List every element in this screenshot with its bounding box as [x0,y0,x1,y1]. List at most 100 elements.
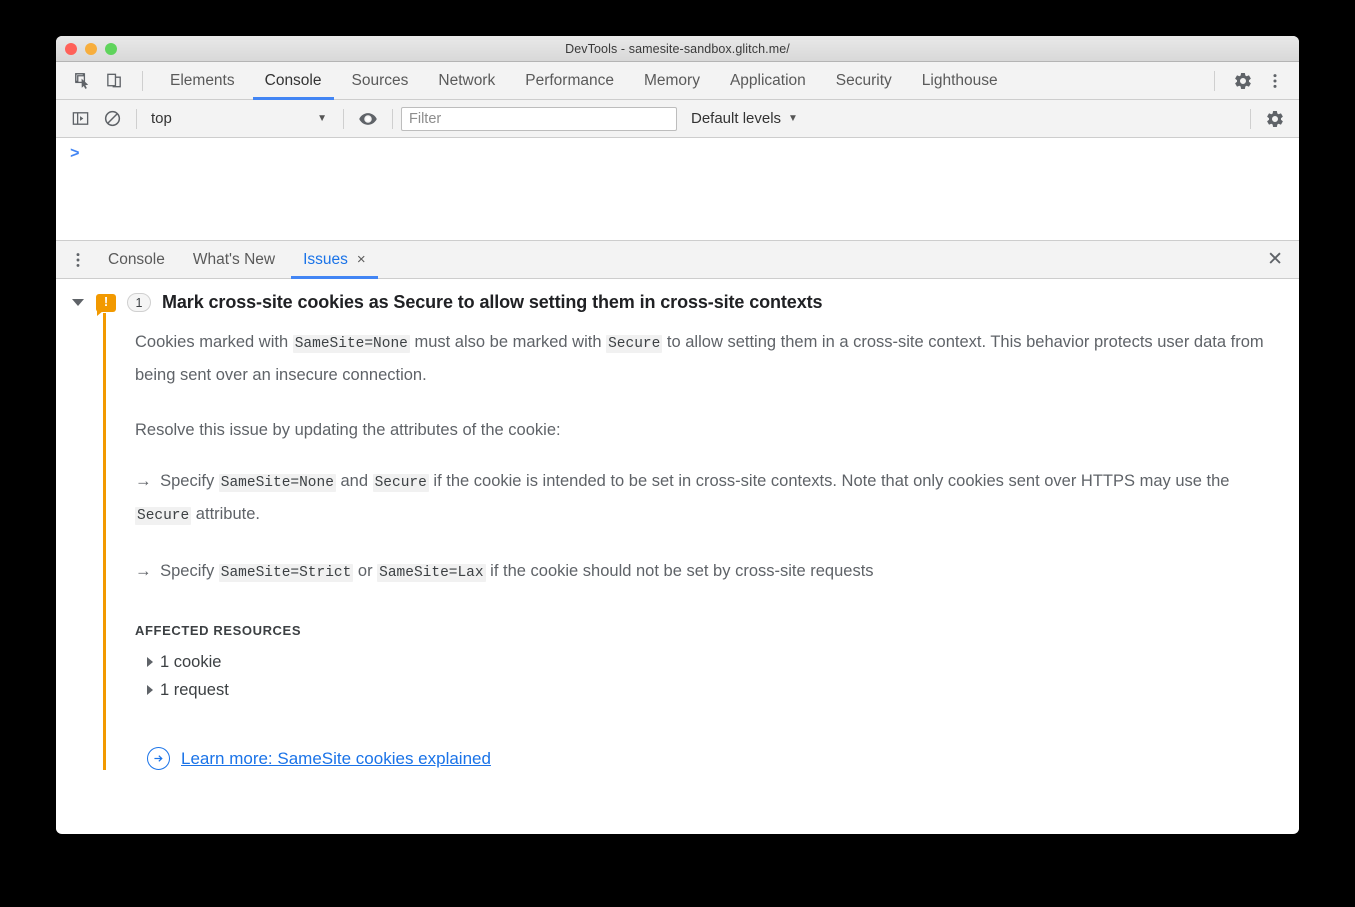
code-secure: Secure [606,335,663,353]
inspect-element-icon[interactable] [66,66,98,96]
tab-application[interactable]: Application [715,62,821,100]
text-fragment: Specify [155,562,219,580]
expand-triangle-right-icon[interactable] [147,657,153,667]
toolbar-divider [343,108,344,129]
drawer-tab-label: Issues [303,250,348,268]
code-secure: Secure [135,507,192,525]
affected-resources-label: AFFECTED RESOURCES [135,623,302,638]
screen: DevTools - samesite-sandbox.glitch.me/ E… [0,0,1355,907]
tab-label: Elements [170,71,235,89]
expand-triangle-right-icon[interactable] [147,685,153,695]
devtools-window: DevTools - samesite-sandbox.glitch.me/ E… [56,36,1299,834]
warning-icon: ! [96,293,116,316]
toolbar-divider [142,70,143,91]
chevron-down-icon: ▼ [317,112,327,124]
console-sidebar-icon[interactable] [64,104,96,134]
device-toolbar-icon[interactable] [98,66,130,96]
tab-network[interactable]: Network [423,62,510,100]
window-title: DevTools - samesite-sandbox.glitch.me/ [565,41,790,56]
clear-console-icon[interactable] [96,104,128,134]
code-samesite-lax: SameSite=Lax [377,564,486,582]
devtools-main-tabbar: Elements Console Sources Network Perform… [56,62,1299,100]
drawer-tab-issues[interactable]: Issues × [289,241,380,279]
issue-detail: Cookies marked with SameSite=None must a… [103,313,1299,770]
execution-context-value: top [151,110,172,127]
issue-title: Mark cross-site cookies as Secure to all… [162,292,823,312]
issue-bullet-1: → Specify SameSite=None and Secure if th… [135,466,1283,532]
learn-more-row[interactable]: Learn more: SameSite cookies explained [147,747,1299,770]
affected-resource-cookie[interactable]: 1 cookie [147,648,1299,676]
tab-performance[interactable]: Performance [510,62,629,100]
toolbar-divider [392,108,393,129]
tab-console[interactable]: Console [250,62,337,100]
maximize-window-button[interactable] [105,43,117,55]
filter-input[interactable] [401,106,677,131]
tab-label: Lighthouse [921,71,998,89]
tab-memory[interactable]: Memory [629,62,715,100]
resource-label: 1 cookie [160,653,222,671]
tab-lighthouse[interactable]: Lighthouse [907,62,1013,100]
window-titlebar: DevTools - samesite-sandbox.glitch.me/ [56,36,1299,62]
text-fragment: Cookies marked with [135,333,293,351]
console-prompt-chevron: > [70,145,80,163]
text-fragment: and [335,472,373,490]
gear-icon[interactable] [1227,66,1259,96]
issues-panel: ! 1 Mark cross-site cookies as Secure to… [56,279,1299,833]
tab-sources[interactable]: Sources [337,62,424,100]
resource-label: 1 request [160,681,229,699]
tab-label: Security [835,71,892,89]
arrow-right-glyph: → [135,562,152,580]
arrow-right-glyph: → [135,472,152,490]
issue-count-badge: 1 [127,293,151,312]
execution-context-selector[interactable]: top ▼ [145,106,335,132]
close-tab-icon[interactable]: × [357,252,366,267]
learn-more-link[interactable]: Learn more: SameSite cookies explained [181,749,491,769]
minimize-window-button[interactable] [85,43,97,55]
affected-resource-request[interactable]: 1 request [147,676,1299,704]
code-secure: Secure [372,474,429,492]
tab-label: Memory [643,71,700,89]
drawer-tab-label: What's New [192,250,276,268]
text-fragment: or [353,562,378,580]
log-levels-label: Default levels [691,110,782,127]
toolbar-divider [1214,70,1215,91]
issue-bullet-2: → Specify SameSite=Strict or SameSite=La… [135,556,1283,589]
tab-label: Network [438,71,496,89]
gear-icon[interactable] [1259,104,1291,134]
chevron-down-icon: ▼ [788,112,798,124]
warning-glyph: ! [103,294,109,309]
issue-paragraph-1: Cookies marked with SameSite=None must a… [135,327,1283,391]
console-output-area[interactable]: > [56,138,1299,241]
expand-triangle-down-icon[interactable] [72,299,84,306]
tab-label: Performance [525,71,614,89]
drawer-tab-whats-new[interactable]: What's New [179,241,289,279]
text-fragment: if the cookie is intended to be set in c… [428,472,1230,490]
main-tabbar-actions [1202,66,1299,96]
console-toolbar: top ▼ Default levels ▼ [56,100,1299,138]
more-vertical-icon[interactable] [62,245,94,275]
tab-elements[interactable]: Elements [155,62,250,100]
tab-security[interactable]: Security [821,62,907,100]
tab-label: Sources [351,71,409,89]
log-levels-selector[interactable]: Default levels ▼ [691,110,798,127]
drawer-tab-console[interactable]: Console [94,241,179,279]
tab-label: Console [264,71,322,89]
issue-paragraph-2: Resolve this issue by updating the attri… [135,421,561,439]
console-toolbar-actions [1242,104,1299,134]
toolbar-divider [1250,108,1251,129]
text-fragment: attribute. [191,505,261,523]
tab-label: Application [729,71,806,89]
issue-header-row[interactable]: ! 1 Mark cross-site cookies as Secure to… [56,279,1299,316]
close-drawer-icon[interactable]: ✕ [1263,246,1287,273]
close-window-button[interactable] [65,43,77,55]
code-samesite-none: SameSite=None [218,474,336,492]
toolbar-divider [136,108,137,129]
code-samesite-none: SameSite=None [292,335,410,353]
text-fragment: if the cookie should not be set by cross… [485,562,874,580]
drawer-tab-label: Console [108,250,165,268]
more-vertical-icon[interactable] [1259,66,1291,96]
drawer-tabbar: Console What's New Issues × ✕ [56,241,1299,279]
live-expression-eye-icon[interactable] [352,104,384,134]
window-traffic-lights [65,43,117,55]
circled-arrow-right-icon [147,747,170,770]
